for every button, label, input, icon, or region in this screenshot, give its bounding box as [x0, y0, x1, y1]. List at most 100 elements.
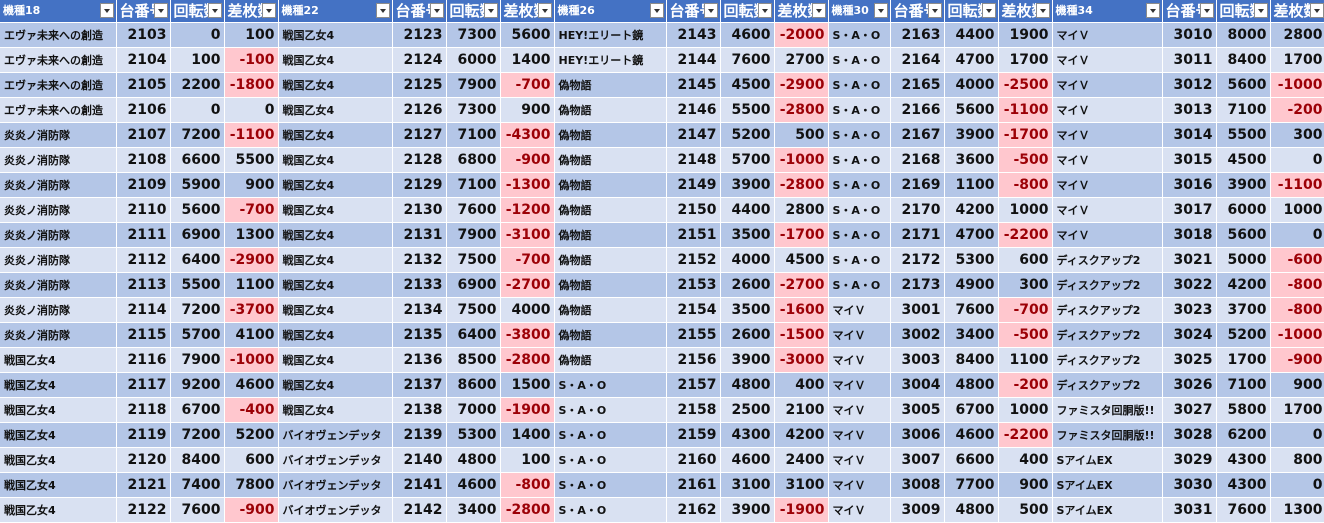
unit-cell[interactable]: 2153 — [666, 273, 720, 298]
model-cell[interactable]: バイオヴェンデッタ — [278, 498, 392, 523]
unit-cell[interactable]: 3028 — [1162, 423, 1216, 448]
diff-cell[interactable]: 100 — [500, 448, 554, 473]
diff-cell[interactable]: 4500 — [774, 248, 828, 273]
spins-cell[interactable]: 7000 — [446, 398, 500, 423]
spins-cell[interactable]: 3900 — [944, 123, 998, 148]
spins-cell[interactable]: 4200 — [1216, 273, 1270, 298]
unit-cell[interactable]: 2142 — [392, 498, 446, 523]
model-cell[interactable]: マイＶ — [828, 323, 890, 348]
diff-cell[interactable]: 500 — [774, 123, 828, 148]
diff-cell[interactable]: 4000 — [500, 298, 554, 323]
model-cell[interactable]: 偽物語 — [554, 98, 666, 123]
model-cell[interactable]: S・A・O — [554, 473, 666, 498]
spins-cell[interactable]: 8600 — [446, 373, 500, 398]
diff-cell[interactable]: -100 — [224, 48, 278, 73]
unit-cell[interactable]: 2117 — [116, 373, 170, 398]
spins-cell[interactable]: 1700 — [1216, 348, 1270, 373]
model-cell[interactable]: バイオヴェンデッタ — [278, 448, 392, 473]
unit-cell[interactable]: 2104 — [116, 48, 170, 73]
unit-cell[interactable]: 3001 — [890, 298, 944, 323]
model-cell[interactable]: マイＶ — [828, 423, 890, 448]
diff-cell[interactable]: -2900 — [774, 73, 828, 98]
diff-cell[interactable]: 800 — [1270, 448, 1324, 473]
model-cell[interactable]: 偽物語 — [554, 173, 666, 198]
model-cell[interactable]: 偽物語 — [554, 248, 666, 273]
spins-cell[interactable]: 5600 — [1216, 73, 1270, 98]
spins-cell[interactable]: 6900 — [170, 223, 224, 248]
filter-dropdown-icon[interactable] — [100, 3, 114, 18]
unit-cell[interactable]: 2173 — [890, 273, 944, 298]
diff-cell[interactable]: 500 — [998, 498, 1052, 523]
filter-dropdown-icon[interactable] — [812, 3, 826, 18]
spins-cell[interactable]: 5200 — [720, 123, 774, 148]
unit-cell[interactable]: 2172 — [890, 248, 944, 273]
spins-cell[interactable]: 4700 — [944, 223, 998, 248]
diff-cell[interactable]: 4200 — [774, 423, 828, 448]
spins-cell[interactable]: 2200 — [170, 73, 224, 98]
spins-cell[interactable]: 6600 — [944, 448, 998, 473]
unit-cell[interactable]: 3010 — [1162, 23, 1216, 48]
diff-cell[interactable]: 300 — [998, 273, 1052, 298]
diff-cell[interactable]: -1900 — [774, 498, 828, 523]
unit-cell[interactable]: 2120 — [116, 448, 170, 473]
model-cell[interactable]: ディスクアップ2 — [1052, 273, 1162, 298]
model-cell[interactable]: 戦国乙女4 — [278, 273, 392, 298]
filter-dropdown-icon[interactable] — [874, 3, 888, 18]
spins-cell[interactable]: 8500 — [446, 348, 500, 373]
spins-cell[interactable]: 3100 — [720, 473, 774, 498]
spins-cell[interactable]: 4500 — [720, 73, 774, 98]
unit-cell[interactable]: 3023 — [1162, 298, 1216, 323]
spins-cell[interactable]: 4700 — [944, 48, 998, 73]
model-cell[interactable]: SアイムEX — [1052, 448, 1162, 473]
unit-cell[interactable]: 2124 — [392, 48, 446, 73]
diff-cell[interactable]: -1000 — [224, 348, 278, 373]
diff-cell[interactable]: -2800 — [500, 498, 554, 523]
diff-cell[interactable]: 4100 — [224, 323, 278, 348]
diff-cell[interactable]: -900 — [1270, 348, 1324, 373]
model-cell[interactable]: 偽物語 — [554, 323, 666, 348]
spins-cell[interactable]: 7600 — [720, 48, 774, 73]
model-cell[interactable]: 炎炎ノ消防隊 — [0, 298, 116, 323]
spins-cell[interactable]: 6600 — [170, 148, 224, 173]
spins-cell[interactable]: 7400 — [170, 473, 224, 498]
unit-cell[interactable]: 2168 — [890, 148, 944, 173]
filter-dropdown-icon[interactable] — [1310, 3, 1324, 18]
diff-cell[interactable]: 900 — [998, 473, 1052, 498]
unit-cell[interactable]: 2112 — [116, 248, 170, 273]
spins-cell[interactable]: 4600 — [944, 423, 998, 448]
unit-cell[interactable]: 3006 — [890, 423, 944, 448]
spins-cell[interactable]: 3500 — [720, 223, 774, 248]
filter-dropdown-icon[interactable] — [704, 3, 718, 18]
model-cell[interactable]: 戦国乙女4 — [278, 48, 392, 73]
spins-cell[interactable]: 7300 — [446, 23, 500, 48]
model-cell[interactable]: ファミスタ回胴版!! — [1052, 423, 1162, 448]
diff-cell[interactable]: 1700 — [1270, 48, 1324, 73]
model-cell[interactable]: SアイムEX — [1052, 498, 1162, 523]
diff-cell[interactable]: -1100 — [998, 98, 1052, 123]
diff-cell[interactable]: 100 — [224, 23, 278, 48]
diff-cell[interactable]: -2200 — [998, 423, 1052, 448]
diff-cell[interactable]: -900 — [224, 498, 278, 523]
unit-cell[interactable]: 2163 — [890, 23, 944, 48]
spins-cell[interactable]: 7900 — [446, 223, 500, 248]
diff-cell[interactable]: -500 — [998, 323, 1052, 348]
diff-cell[interactable]: -1600 — [774, 298, 828, 323]
spins-cell[interactable]: 5300 — [944, 248, 998, 273]
unit-cell[interactable]: 2164 — [890, 48, 944, 73]
unit-cell[interactable]: 2138 — [392, 398, 446, 423]
spins-cell[interactable]: 7100 — [446, 123, 500, 148]
unit-cell[interactable]: 2152 — [666, 248, 720, 273]
unit-cell[interactable]: 3027 — [1162, 398, 1216, 423]
model-cell[interactable]: 炎炎ノ消防隊 — [0, 123, 116, 148]
model-cell[interactable]: エヴァ未来への創造 — [0, 98, 116, 123]
spins-cell[interactable]: 2500 — [720, 398, 774, 423]
unit-cell[interactable]: 2156 — [666, 348, 720, 373]
spins-cell[interactable]: 4600 — [446, 473, 500, 498]
diff-cell[interactable]: -1500 — [774, 323, 828, 348]
unit-cell[interactable]: 3013 — [1162, 98, 1216, 123]
diff-cell[interactable]: 600 — [224, 448, 278, 473]
diff-cell[interactable]: 1000 — [998, 398, 1052, 423]
unit-cell[interactable]: 2109 — [116, 173, 170, 198]
diff-cell[interactable]: 2400 — [774, 448, 828, 473]
unit-cell[interactable]: 3003 — [890, 348, 944, 373]
